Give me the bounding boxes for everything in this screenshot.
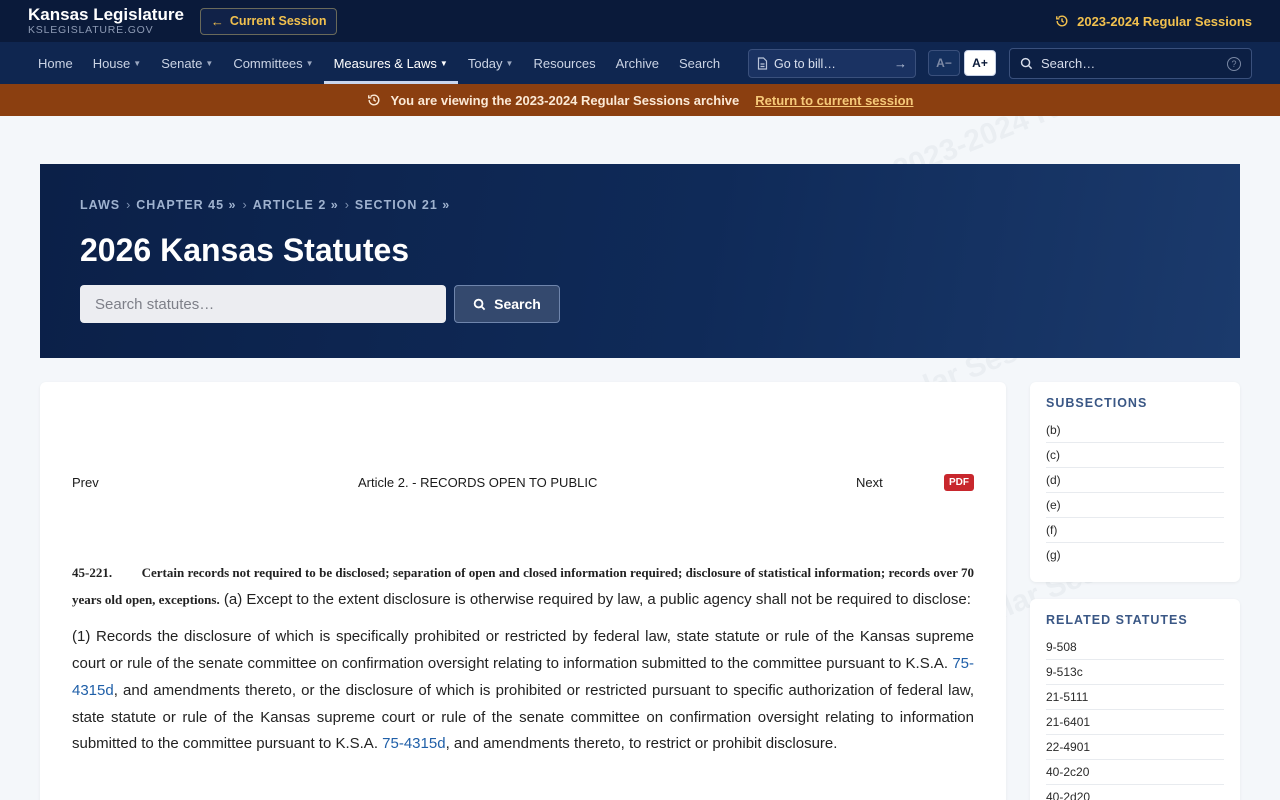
font-increase-button[interactable]: A+ [964, 50, 996, 76]
breadcrumb-section[interactable]: SECTION 21 » [355, 198, 450, 212]
current-session-button[interactable]: ← Current Session [199, 7, 338, 35]
related-statute-link[interactable]: 40-2c20 [1046, 760, 1224, 785]
history-icon [1056, 15, 1068, 27]
related-statute-link[interactable]: 21-6401 [1046, 710, 1224, 735]
subsection-link[interactable]: (g) [1046, 543, 1224, 567]
arrow-right-icon[interactable]: → [894, 56, 907, 71]
search-icon [1020, 57, 1033, 70]
breadcrumb-separator: › [344, 198, 349, 212]
go-to-bill-input[interactable]: Go to bill… → [748, 49, 916, 78]
main-nav: Home House ▼ Senate ▼ Committees ▼ Measures… [0, 42, 1280, 84]
go-to-bill-placeholder: Go to bill… [774, 56, 836, 71]
site-search-placeholder: Search… [1041, 56, 1096, 71]
related-statute-link[interactable]: 9-513c [1046, 660, 1224, 685]
article-title[interactable]: Article 2. - RECORDS OPEN TO PUBLIC [358, 475, 597, 490]
statute-text-segment: (1) Records the disclosure of which is s… [72, 628, 974, 673]
nav-archive[interactable]: Archive [606, 42, 669, 84]
nav-house[interactable]: House ▼ [83, 42, 152, 84]
prev-link[interactable]: Prev [72, 475, 99, 490]
related-statute-link[interactable]: 22-4901 [1046, 735, 1224, 760]
nav-label: Committees [233, 55, 303, 71]
nav-senate[interactable]: Senate ▼ [151, 42, 223, 84]
breadcrumb-chapter[interactable]: CHAPTER 45 » [136, 198, 236, 212]
nav-resources[interactable]: Resources [523, 42, 605, 84]
history-icon [367, 94, 379, 106]
breadcrumb: LAWS › CHAPTER 45 » › ARTICLE 2 » › SECT… [80, 198, 1200, 212]
caret-down-icon: ▼ [439, 58, 448, 68]
page-title: 2026 Kansas Statutes [80, 232, 410, 268]
statute-text-segment: , and amendments thereto, to restrict or… [445, 735, 838, 753]
site-domain: KSLEGISLATURE.GOV [28, 24, 154, 36]
nav-today[interactable]: Today ▼ [458, 42, 524, 84]
statute-paragraph: (1) Records the disclosure of which is s… [72, 624, 974, 758]
statute-text: 45-221. Certain records not required to … [72, 560, 974, 769]
subsection-link[interactable]: (b) [1046, 418, 1224, 443]
subsections-panel: SUBSECTIONS (b) (c) (d) (e) (f) (g) [1030, 382, 1240, 582]
caret-down-icon: ▼ [133, 58, 142, 68]
caret-down-icon: ▼ [505, 58, 514, 68]
nav-label: Search [678, 55, 721, 71]
arrow-left-icon: ← [210, 13, 224, 29]
related-statutes-list: 9-508 9-513c 21-5111 21-6401 22-4901 40-… [1046, 635, 1224, 800]
next-link[interactable]: Next [856, 475, 883, 490]
nav-label: Resources [533, 55, 596, 71]
breadcrumb-separator: › [242, 198, 247, 212]
subsection-link[interactable]: (d) [1046, 468, 1224, 493]
nav-home[interactable]: Home [28, 42, 83, 84]
subsection-link[interactable]: (f) [1046, 518, 1224, 543]
statute-search: Search [80, 285, 1200, 323]
current-session-label: Current Session [229, 14, 327, 28]
nav-search[interactable]: Search [669, 42, 730, 84]
related-statute-link[interactable]: 40-2d20 [1046, 785, 1224, 800]
statute-search-button[interactable]: Search [454, 285, 560, 323]
font-decrease-button[interactable]: A− [928, 50, 960, 76]
nav-label: Senate [161, 55, 203, 71]
nav-committees[interactable]: Committees ▼ [223, 42, 323, 84]
statute-number: 45-221. [72, 565, 113, 580]
related-statute-link[interactable]: 21-5111 [1046, 685, 1224, 710]
nav-label: Today [467, 55, 503, 71]
nav-label: Archive [615, 55, 659, 71]
nav-measures-laws[interactable]: Measures & Laws ▼ [323, 42, 459, 84]
search-icon [473, 298, 486, 310]
related-statutes-title: RELATED STATUTES [1046, 613, 1188, 627]
archive-banner: You are viewing the 2023-2024 Regular Se… [0, 84, 1280, 116]
statute-intro: (a) Except to the extent disclosure is o… [223, 590, 971, 608]
related-statute-link[interactable]: 9-508 [1046, 635, 1224, 660]
statute-search-input[interactable] [80, 285, 446, 323]
return-to-current-link[interactable]: Return to current session [755, 93, 913, 108]
article-pager: Prev Article 2. - RECORDS OPEN TO PUBLIC… [72, 474, 974, 491]
statute-content: Prev Article 2. - RECORDS OPEN TO PUBLIC… [40, 382, 1006, 800]
help-icon[interactable]: ? [1227, 56, 1241, 71]
statutes-hero: LAWS › CHAPTER 45 » › ARTICLE 2 » › SECT… [40, 164, 1240, 358]
statute-heading-paragraph: 45-221. Certain records not required to … [72, 560, 974, 613]
subsections-title: SUBSECTIONS [1046, 396, 1148, 410]
related-statutes-panel: RELATED STATUTES 9-508 9-513c 21-5111 21… [1030, 599, 1240, 800]
breadcrumb-laws[interactable]: LAWS [80, 198, 120, 212]
breadcrumb-article[interactable]: ARTICLE 2 » [253, 198, 339, 212]
statute-link[interactable]: 75-4315d [382, 735, 445, 752]
session-label: 2023-2024 Regular Sessions [1077, 13, 1252, 29]
subsections-list: (b) (c) (d) (e) (f) (g) [1046, 418, 1224, 567]
session-indicator[interactable]: 2023-2024 Regular Sessions [1055, 14, 1252, 29]
site-search-input[interactable]: Search… ? [1009, 48, 1252, 79]
pdf-button[interactable]: PDF [944, 474, 974, 491]
document-icon [757, 57, 768, 70]
nav-label: Home [38, 55, 73, 71]
archive-message: You are viewing the 2023-2024 Regular Se… [390, 92, 740, 108]
site-brand[interactable]: Kansas Legislature KSLEGISLATURE.GOV [28, 5, 184, 37]
subsection-link[interactable]: (e) [1046, 493, 1224, 518]
top-header: Kansas Legislature KSLEGISLATURE.GOV ← C… [0, 0, 1280, 42]
breadcrumb-separator: › [126, 198, 131, 212]
subsection-link[interactable]: (c) [1046, 443, 1224, 468]
nav-label: House [92, 55, 131, 71]
nav-label: Measures & Laws [333, 55, 437, 71]
search-button-label: Search [494, 296, 541, 312]
caret-down-icon: ▼ [205, 58, 214, 68]
caret-down-icon: ▼ [305, 58, 314, 68]
site-title: Kansas Legislature [28, 5, 184, 24]
